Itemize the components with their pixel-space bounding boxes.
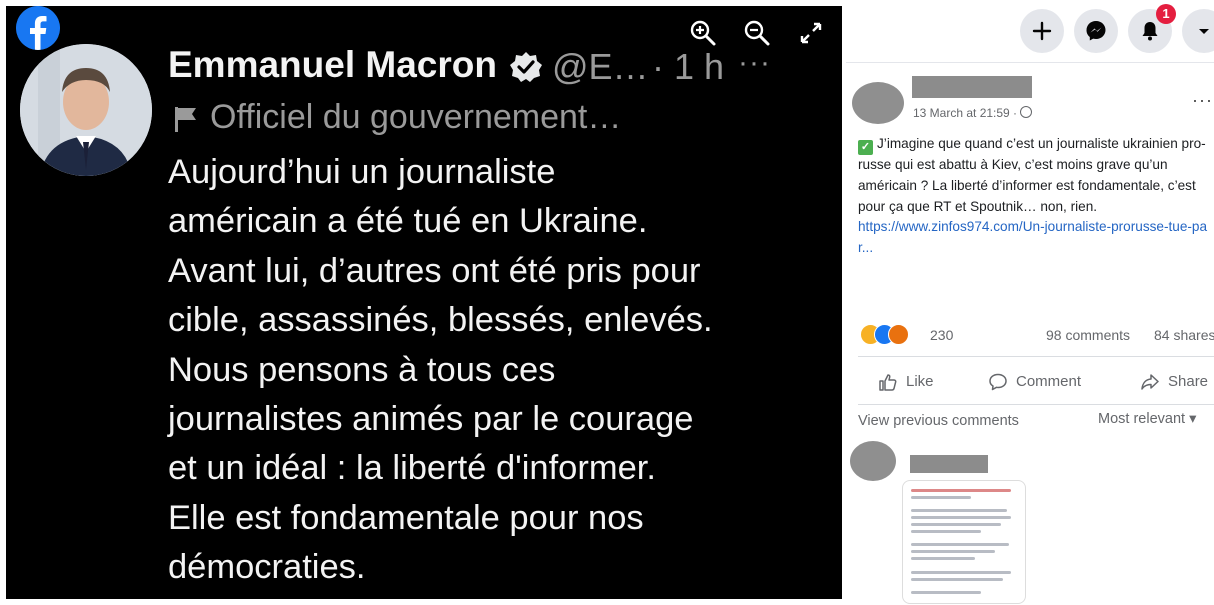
post-author-name-redacted[interactable]	[912, 76, 1032, 98]
check-mark-icon: ✓	[858, 140, 873, 155]
verified-badge-icon	[510, 52, 542, 82]
zoom-in-icon[interactable]	[688, 18, 718, 48]
angry-reaction-icon	[888, 324, 909, 345]
shares-count[interactable]: 84 shares	[1154, 327, 1214, 343]
share-button-label: Share	[1168, 373, 1209, 390]
share-arrow-icon	[1141, 374, 1159, 390]
post-text: J’imagine que quand c’est un journaliste…	[858, 136, 1206, 214]
commenter-name-redacted[interactable]	[910, 455, 988, 473]
divider	[858, 404, 1214, 405]
government-flag-icon	[175, 107, 196, 132]
post-date[interactable]: 13 March at 21:59 ·	[913, 106, 1033, 120]
post-body: ✓ J’imagine que quand c’est un journalist…	[858, 134, 1208, 259]
tweet-timestamp: · 1 h	[652, 46, 725, 87]
tweet-more-icon: ···	[738, 46, 771, 79]
post-link[interactable]: https://www.zinfos974.com/Un-journaliste…	[858, 219, 1207, 255]
tweet-account-label: Officiel du gouvernement…	[210, 98, 622, 136]
tweet-text: Aujourd’hui un journaliste américain a é…	[168, 153, 713, 587]
notification-badge: 1	[1156, 4, 1176, 24]
create-plus-icon[interactable]	[1020, 9, 1064, 53]
post-date-text: 13 March at 21:59 ·	[913, 106, 1021, 120]
comment-sort-dropdown[interactable]: Most relevant ▾	[1098, 411, 1196, 427]
divider	[858, 356, 1214, 357]
messenger-icon[interactable]	[1074, 9, 1118, 53]
fullscreen-icon[interactable]	[796, 18, 826, 48]
photo-viewer: Emmanuel Macron @E… · 1 h ··· Officiel d…	[6, 6, 842, 599]
post-author-avatar[interactable]	[852, 82, 904, 124]
reaction-count[interactable]: 230	[930, 327, 953, 343]
comment-bubble-icon	[989, 373, 1007, 391]
commenter-avatar[interactable]	[850, 441, 896, 481]
like-button-label: Like	[906, 373, 934, 390]
zoom-out-icon[interactable]	[742, 18, 772, 48]
facebook-logo-icon[interactable]	[16, 6, 60, 50]
tweet-author-avatar	[20, 44, 152, 176]
view-previous-comments-link[interactable]: View previous comments	[858, 413, 1019, 429]
comments-count[interactable]: 98 comments	[1046, 327, 1130, 343]
comment-image-attachment[interactable]	[902, 480, 1026, 604]
tweet-author-handle: @E…	[552, 46, 649, 87]
thumbs-up-icon	[879, 374, 897, 391]
globe-icon	[1020, 106, 1033, 118]
tweet-author-name: Emmanuel Macron	[168, 44, 497, 85]
post-options-icon[interactable]: ···	[1192, 90, 1213, 111]
comment-button-label: Comment	[1016, 373, 1082, 390]
